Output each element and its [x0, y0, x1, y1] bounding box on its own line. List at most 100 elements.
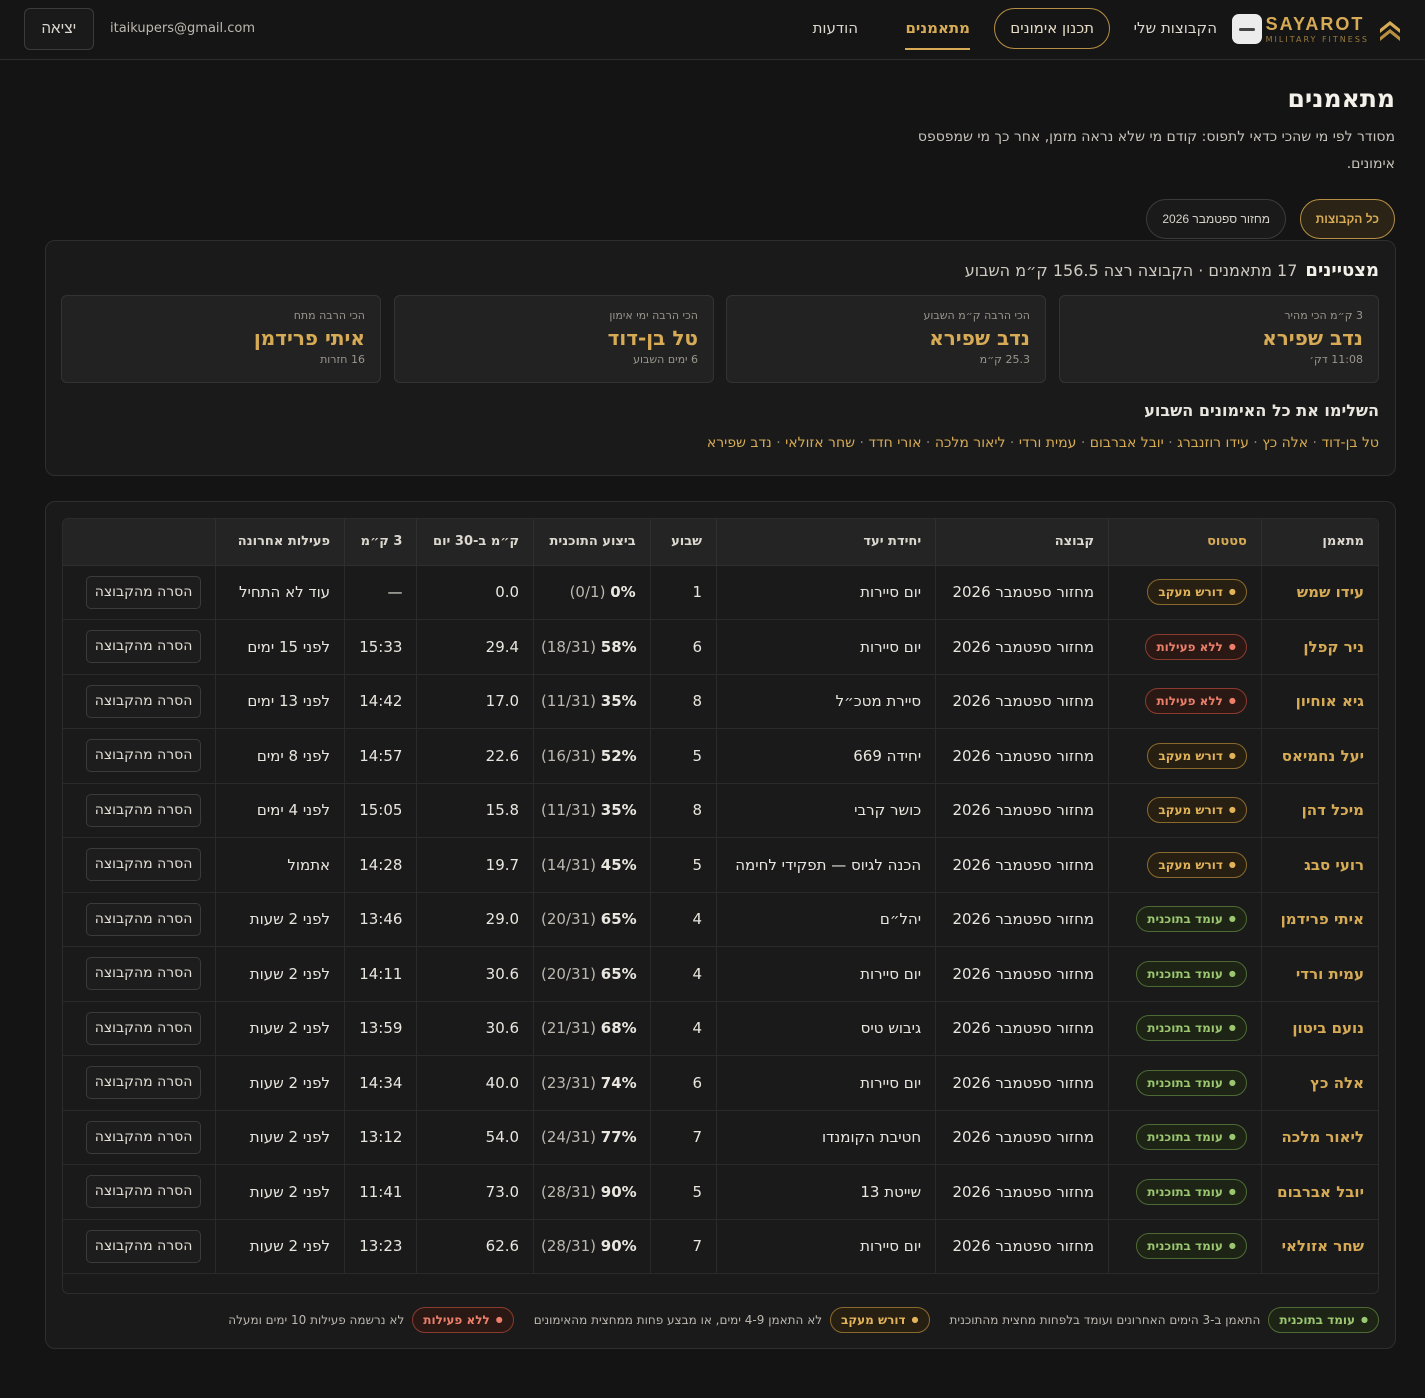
trainee-name[interactable]: רועי סבג — [1260, 837, 1378, 893]
remove-from-group-button[interactable]: הסרה מהקבוצה — [85, 1066, 202, 1100]
plan-fraction: (16/31) — [541, 746, 596, 765]
col-plan-execution[interactable]: ביצוע התוכנית — [533, 519, 651, 566]
completed-trainee-name[interactable]: נדב שפירא — [707, 435, 772, 451]
trainee-name[interactable]: עמית ורדי — [1260, 946, 1378, 1002]
km3-cell: 14:28 — [344, 837, 417, 893]
table-scroll-area[interactable]: מתאמן סטטוס קבוצה יחידת יעד שבוע ביצוע ה… — [62, 518, 1379, 1294]
plan-fraction: (23/31) — [541, 1073, 596, 1092]
table-row[interactable]: נועם ביטון עומד בתוכנית מחזור ספטמבר 2026ג… — [63, 1001, 1378, 1056]
col-3km[interactable]: 3 ק״מ — [344, 519, 417, 566]
filter-all-groups[interactable]: כל הקבוצות — [1299, 199, 1395, 239]
remove-from-group-button[interactable]: הסרה מהקבוצה — [85, 902, 202, 936]
table-row[interactable]: ניר קפלן ללא פעילות מחזור ספטמבר 2026יום ס… — [63, 619, 1378, 675]
table-row[interactable]: עידו שמש דורש מעקב מחזור ספטמבר 2026יום סי… — [63, 565, 1378, 620]
completed-trainee-name[interactable]: אלה כץ — [1262, 435, 1308, 451]
trainee-name[interactable]: עידו שמש — [1260, 565, 1378, 620]
plan-fraction: (28/31) — [541, 1237, 596, 1256]
actions-cell: הסרה מהקבוצה — [63, 1110, 216, 1165]
remove-from-group-button[interactable]: הסרה מהקבוצה — [85, 1011, 202, 1045]
actions-cell: הסרה מהקבוצה — [63, 674, 216, 729]
remove-from-group-button[interactable]: הסרה מהקבוצה — [85, 575, 202, 609]
remove-from-group-button[interactable]: הסרה מהקבוצה — [85, 848, 202, 882]
legend-badge: דורש מעקב — [830, 1307, 930, 1333]
plan-fraction: (11/31) — [541, 801, 596, 820]
trainee-name[interactable]: ליאור מלכה — [1260, 1110, 1378, 1165]
trainee-name[interactable]: נועם ביטון — [1260, 1001, 1378, 1056]
col-last-activity[interactable]: פעילות אחרונה — [215, 519, 345, 566]
plan-execution-cell: 52% (16/31) — [533, 728, 651, 784]
nav-messages[interactable]: הודעות — [813, 0, 858, 58]
app-icon[interactable] — [1232, 14, 1262, 44]
remove-from-group-button[interactable]: הסרה מהקבוצה — [85, 793, 202, 827]
target-unit-cell: יום סיירות — [716, 565, 936, 620]
km30-cell: 73.0 — [416, 1164, 534, 1220]
completed-trainee-name[interactable]: עידו רוזנברג — [1177, 435, 1249, 451]
week-cell: 4 — [649, 892, 717, 947]
col-week[interactable]: שבוע — [649, 519, 717, 566]
table-row[interactable]: גיא אוחיון ללא פעילות מחזור ספטמבר 2026סיי… — [63, 674, 1378, 729]
col-group[interactable]: קבוצה — [935, 519, 1109, 566]
trainee-name[interactable]: מיכל דהן — [1260, 783, 1378, 838]
table-row[interactable]: רועי סבג דורש מעקב מחזור ספטמבר 2026הכנה ל… — [63, 837, 1378, 893]
legend-badge: עומד בתוכנית — [1268, 1307, 1379, 1333]
completed-trainee-name[interactable]: עמית ורדי — [1019, 435, 1077, 451]
remove-from-group-button[interactable]: הסרה מהקבוצה — [85, 1229, 202, 1263]
nav-my-groups[interactable]: הקבוצות שלי — [1134, 0, 1217, 58]
remove-from-group-button[interactable]: הסרה מהקבוצה — [85, 739, 202, 773]
table-row[interactable]: שחר אזולאי עומד בתוכנית מחזור ספטמבר 2026י… — [63, 1219, 1378, 1274]
trainee-name[interactable]: איתי פרידמן — [1260, 892, 1378, 947]
target-unit-cell: יום סיירות — [716, 619, 936, 675]
completed-trainee-name[interactable]: יובל אברבום — [1090, 435, 1164, 451]
km3-cell: 15:33 — [344, 619, 417, 675]
status-badge: דורש מעקב — [1147, 742, 1247, 769]
col-target-unit[interactable]: יחידת יעד — [716, 519, 936, 566]
completed-trainee-name[interactable]: ליאור מלכה — [935, 435, 1006, 451]
table-row[interactable]: איתי פרידמן עומד בתוכנית מחזור ספטמבר 2026… — [63, 892, 1378, 947]
remove-from-group-button[interactable]: הסרה מהקבוצה — [85, 1175, 202, 1209]
stat-value: 16 חזרות — [320, 353, 365, 366]
legend-item: עומד בתוכנית התאמן ב-3 הימים האחרונים ועו… — [950, 1307, 1379, 1333]
filter-cycle[interactable]: מחזור ספטמבר 2026 — [1146, 199, 1286, 239]
logout-button[interactable]: יציאה — [24, 8, 94, 50]
legend-desc: התאמן ב-3 הימים האחרונים ועומד בלפחות מח… — [949, 1313, 1261, 1327]
col-status[interactable]: סטטוס — [1108, 519, 1262, 566]
table-row[interactable]: מיכל דהן דורש מעקב מחזור ספטמבר 2026כושר ק… — [63, 783, 1378, 838]
remove-from-group-button[interactable]: הסרה מהקבוצה — [85, 1120, 202, 1154]
table-row[interactable]: ליאור מלכה עומד בתוכנית מחזור ספטמבר 2026ח… — [63, 1110, 1378, 1165]
col-trainee[interactable]: מתאמן — [1260, 519, 1378, 566]
remove-from-group-button[interactable]: הסרה מהקבוצה — [85, 684, 202, 718]
remove-from-group-button[interactable]: הסרה מהקבוצה — [85, 630, 202, 664]
trainee-name[interactable]: ניר קפלן — [1260, 619, 1378, 675]
last-activity-cell: לפני 2 שעות — [215, 892, 345, 947]
nav-training-plan[interactable]: תכנון אימונים — [994, 8, 1110, 49]
remove-from-group-button[interactable]: הסרה מהקבוצה — [85, 957, 202, 991]
table-row[interactable]: יובל אברבום עומד בתוכנית מחזור ספטמבר 2026… — [63, 1164, 1378, 1220]
trainee-name[interactable]: גיא אוחיון — [1260, 674, 1378, 729]
completed-trainee-name[interactable]: אורי חדד — [868, 435, 921, 451]
separator: · — [1308, 435, 1322, 451]
week-cell: 5 — [649, 837, 717, 893]
km30-cell: 30.6 — [416, 946, 534, 1002]
table-row[interactable]: אלה כץ עומד בתוכנית מחזור ספטמבר 2026יום ס… — [63, 1055, 1378, 1111]
stat-name: נדב שפירא — [929, 326, 1030, 350]
km3-cell: 13:12 — [344, 1110, 417, 1165]
actions-cell: הסרה מהקבוצה — [63, 619, 216, 675]
plan-percent: 90% — [600, 1237, 637, 1256]
table-row[interactable]: יעל נחמיאס דורש מעקב מחזור ספטמבר 2026יחיד… — [63, 728, 1378, 784]
km30-cell: 29.0 — [416, 892, 534, 947]
week-cell: 4 — [649, 1001, 717, 1056]
completed-trainee-name[interactable]: שחר אזולאי — [785, 435, 855, 451]
trainee-name[interactable]: יובל אברבום — [1260, 1164, 1378, 1220]
trainee-name[interactable]: אלה כץ — [1260, 1055, 1378, 1111]
plan-percent: 52% — [600, 746, 637, 765]
nav-trainees[interactable]: מתאמנים — [905, 0, 970, 58]
actions-cell: הסרה מהקבוצה — [63, 837, 216, 893]
brand-logo[interactable]: SAYAROT MILITARY FITNESS — [1266, 12, 1403, 48]
stat-name: איתי פרידמן — [253, 326, 365, 350]
plan-fraction: (21/31) — [541, 1019, 596, 1038]
trainee-name[interactable]: שחר אזולאי — [1260, 1219, 1378, 1274]
table-row[interactable]: עמית ורדי עומד בתוכנית מחזור ספטמבר 2026יו… — [63, 946, 1378, 1002]
col-km-30[interactable]: ק״מ ב-30 יום — [416, 519, 534, 566]
completed-trainee-name[interactable]: טל בן-דוד — [1321, 435, 1379, 451]
trainee-name[interactable]: יעל נחמיאס — [1260, 728, 1378, 784]
